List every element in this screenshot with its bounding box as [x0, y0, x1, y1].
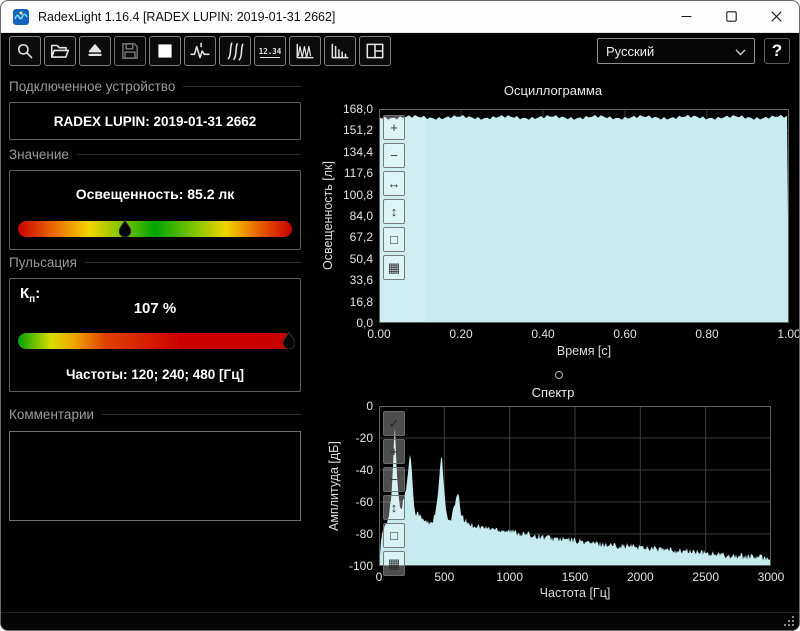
pulsation-waves-button[interactable]: [219, 36, 251, 66]
kp-value: 107 %: [133, 300, 177, 317]
chart-pan-vertical-icon[interactable]: ↕: [383, 495, 405, 520]
illuminance-marker-icon: [118, 220, 131, 237]
value-section-header: Значение: [9, 147, 301, 162]
illuminance-reading: Освещенность: 85.2 лк: [75, 186, 235, 202]
chart-zoom-in-icon[interactable]: +: [383, 115, 405, 140]
spectrum-view-button[interactable]: [324, 36, 356, 66]
spectrum-xtick: 2000: [626, 570, 654, 584]
chart-pan-horizontal-icon[interactable]: ↔: [383, 171, 405, 196]
oscillogram-plot[interactable]: [379, 109, 789, 323]
eject-device-button[interactable]: [79, 36, 111, 66]
oscillogram-ytick: 168,0: [342, 102, 373, 116]
frequencies-text: Частоты: 120; 240; 480 [Гц]: [66, 367, 244, 382]
oscillogram-ytick: 117,6: [343, 166, 373, 181]
comments-input[interactable]: [9, 431, 301, 521]
language-select-value: Русский: [606, 43, 655, 59]
pulsation-box: Кп: 107 % Частоты: 120; 240; 480 [Гц]: [9, 278, 301, 392]
oscillogram-ytick: 151,2: [342, 123, 373, 138]
save-file-button[interactable]: [114, 36, 146, 66]
left-panel: Подключенное устройство RADEX LUPIN: 201…: [9, 69, 301, 614]
oscillogram-xtick: 0.80: [695, 327, 719, 341]
oscillogram-view-button[interactable]: [289, 36, 321, 66]
oscillogram-ytick: 100,8: [342, 187, 373, 202]
comments-section-header: Комментарии: [9, 407, 301, 422]
pulsation-marker-icon: [283, 332, 296, 349]
oscillogram-chart-toolbar: + − ↔ ↕ □ ▦: [383, 115, 405, 280]
spectrum-chart: Спектр Амплитуда [дБ] 0 -20 -40 -60 -80 -100 …: [309, 383, 797, 607]
chart-select-region-icon[interactable]: □: [383, 227, 405, 252]
open-file-button[interactable]: [44, 36, 76, 66]
app-icon: [12, 8, 30, 26]
spectrum-ytick: -60: [355, 495, 373, 509]
illuminance-value-box: Освещенность: 85.2 лк: [9, 170, 301, 250]
resize-grip[interactable]: [784, 616, 794, 626]
oscillogram-xlabel: Время [с]: [556, 344, 612, 358]
maximize-button[interactable]: [709, 1, 754, 32]
pulsation-scale-bar: [18, 333, 292, 349]
chart-splitter-handle[interactable]: [555, 371, 563, 379]
window-controls: [664, 1, 799, 32]
chart-zoom-out-icon[interactable]: −: [383, 143, 405, 168]
chart-select-region-icon[interactable]: □: [383, 523, 405, 548]
svg-text:12.34: 12.34: [259, 47, 282, 56]
close-button[interactable]: [754, 1, 799, 32]
spectrum-xtick: 3000: [757, 570, 785, 584]
spectrum-xtick: 500: [434, 570, 455, 584]
oscillogram-ytick: 50,4: [349, 251, 373, 266]
oscillogram-xtick: 0.40: [531, 327, 555, 341]
oscillogram-xtick: 0.20: [449, 327, 473, 341]
chart-zoom-in-icon[interactable]: +: [383, 439, 405, 464]
oscillogram-xtick: 0.00: [367, 327, 391, 341]
spectrum-ytick: 0: [366, 399, 373, 413]
spectrum-xtick: 2500: [692, 570, 719, 584]
oscillogram-title: Осциллограмма: [503, 83, 603, 98]
help-button[interactable]: ?: [764, 38, 790, 64]
titlebar: RadexLight 1.16.4 [RADEX LUPIN: 2019-01-…: [1, 1, 799, 33]
spectrum-title: Спектр: [531, 385, 575, 400]
oscillogram-ytick: 134,4: [342, 144, 373, 159]
illuminance-scale-bar: [18, 221, 292, 237]
layout-view-button[interactable]: [359, 36, 391, 66]
oscillogram-ytick: 84,0: [349, 209, 373, 223]
chart-zoom-out-icon[interactable]: −: [383, 467, 405, 492]
minimize-button[interactable]: [664, 1, 709, 32]
spectrum-ytick: -20: [355, 431, 373, 445]
chart-autoscale-icon[interactable]: ✓: [383, 411, 405, 436]
status-bar: [1, 612, 799, 630]
oscillogram-xtick: 0.60: [613, 327, 637, 341]
stop-measurement-button[interactable]: [149, 36, 181, 66]
pulse-marker-button[interactable]: [184, 36, 216, 66]
window-title: RadexLight 1.16.4 [RADEX LUPIN: 2019-01-…: [38, 9, 336, 24]
oscillogram-ytick: 67,2: [349, 230, 373, 245]
device-name-box: RADEX LUPIN: 2019-01-31 2662: [9, 102, 301, 140]
chart-pan-vertical-icon[interactable]: ↕: [383, 199, 405, 224]
oscillogram-chart: Осциллограмма Освещенность [лк] 168,0 151…: [309, 79, 800, 361]
spectrum-xlabel: Частота [Гц]: [539, 586, 611, 600]
device-name: RADEX LUPIN: 2019-01-31 2662: [53, 113, 257, 129]
zoom-preview-button[interactable]: [9, 36, 41, 66]
oscillogram-ytick: 33,6: [349, 273, 373, 288]
spectrum-ylabel: Амплитуда [дБ]: [327, 441, 341, 531]
spectrum-plot[interactable]: [379, 406, 771, 566]
language-select[interactable]: Русский: [597, 38, 755, 64]
spectrum-chart-toolbar: ✓ + − ↕ □ ▦: [383, 411, 405, 576]
spectrum-xtick: 1500: [561, 570, 589, 584]
pulsation-section-header: Пульсация: [9, 255, 301, 270]
spectrum-xtick: 1000: [496, 570, 523, 584]
app-window: RadexLight 1.16.4 [RADEX LUPIN: 2019-01-…: [0, 0, 800, 631]
spectrum-ytick: -40: [355, 463, 373, 477]
oscillogram-xtick: 1.00: [777, 327, 800, 341]
spectrum-xtick: 0: [375, 570, 383, 584]
oscillogram-ytick: 16,8: [349, 294, 373, 309]
toolbar-buttons: 12.34: [9, 36, 391, 66]
spectrum-ytick: -80: [355, 527, 373, 541]
chart-grid-toggle-icon[interactable]: ▦: [383, 255, 405, 280]
device-section-header: Подключенное устройство: [9, 79, 301, 94]
digits-display-button[interactable]: 12.34: [254, 36, 286, 66]
chevron-down-icon: [735, 44, 746, 59]
toolbar: 12.34 Русский ?: [1, 33, 799, 69]
